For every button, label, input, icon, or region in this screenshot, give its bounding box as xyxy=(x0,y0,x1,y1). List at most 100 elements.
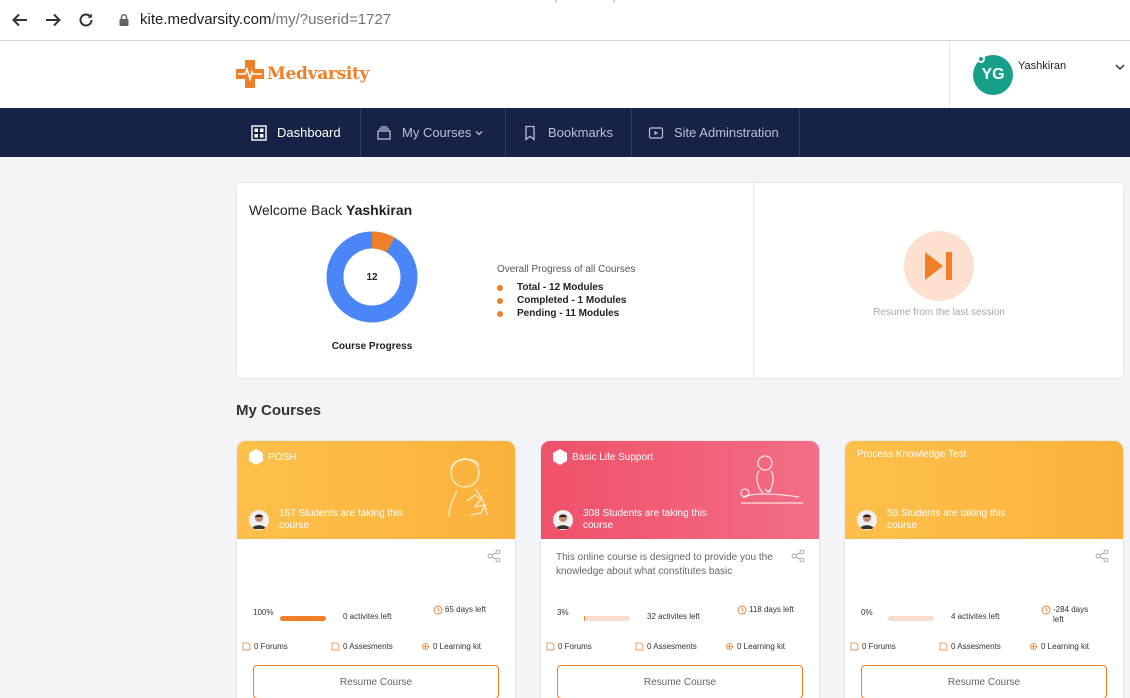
main-navigation: Dashboard My Courses Bookmarks Site Admi… xyxy=(0,108,1130,157)
card-divider xyxy=(753,183,754,378)
url-host: kite.medvarsity.com xyxy=(140,11,272,28)
resume-course-button[interactable]: Resume Course xyxy=(253,665,499,698)
course-description: This online course is designed to provid… xyxy=(556,552,773,577)
students-text: 56 Students are taking this course xyxy=(887,508,1006,531)
learning-kit-count[interactable]: 0 Learning kit xyxy=(421,642,481,651)
resume-course-button[interactable]: Resume Course xyxy=(861,665,1107,698)
forum-icon xyxy=(546,642,555,651)
assessment-icon xyxy=(635,642,644,651)
legend-dot xyxy=(497,310,503,317)
learning-kit-icon xyxy=(726,643,733,650)
back-button[interactable] xyxy=(9,9,31,31)
learning-kit-count[interactable]: 0 Learning kit xyxy=(725,642,785,651)
arrow-right-icon xyxy=(46,13,61,27)
course-title-tag: Basic Life Support xyxy=(553,449,653,465)
forums-text: 0 Forums xyxy=(254,642,288,651)
activities-left: 4 activites left xyxy=(951,612,1000,621)
days-left-text: 118 days left xyxy=(749,605,794,614)
medvarsity-logo[interactable]: Medvarsity xyxy=(234,58,369,90)
nav-item-my-courses[interactable]: My Courses xyxy=(361,108,506,157)
forward-button[interactable] xyxy=(42,9,64,31)
arrow-left-icon xyxy=(12,13,27,27)
hexagon-icon xyxy=(249,449,263,465)
progress-fill xyxy=(584,616,586,621)
user-name[interactable]: Yashkiran xyxy=(1018,60,1066,72)
clock-icon xyxy=(1041,605,1051,615)
resume-course-button[interactable]: Resume Course xyxy=(557,665,803,698)
share-icon[interactable] xyxy=(791,549,805,563)
forums-text: 0 Forums xyxy=(558,642,592,651)
student-avatar-icon xyxy=(857,510,877,530)
legend-pending-text: Pending - 11 Modules xyxy=(517,308,620,319)
assessments-count[interactable]: 0 Assesments xyxy=(939,642,1001,651)
legend-dot xyxy=(497,284,503,291)
days-left-text: -284 days left xyxy=(1053,605,1089,624)
welcome-user-name: Yashkiran xyxy=(346,202,413,218)
welcome-heading: Welcome Back Yashkiran xyxy=(249,202,412,218)
students-text: 308 Students are taking this course xyxy=(583,508,707,531)
forum-icon xyxy=(850,642,859,651)
nav-item-bookmarks[interactable]: Bookmarks xyxy=(506,108,632,157)
days-left: -284 days left xyxy=(1041,605,1093,625)
forums-count[interactable]: 0 Forums xyxy=(242,642,288,651)
nav-label-bookmarks: Bookmarks xyxy=(548,125,614,140)
nav-item-dashboard[interactable]: Dashboard xyxy=(236,108,361,157)
resume-session-label: Resume from the last session xyxy=(873,307,1005,318)
progress-percent: 3% xyxy=(557,608,569,617)
course-card-posh[interactable]: POSH 167 Students are taking this course… xyxy=(236,440,516,698)
courses-stack-icon xyxy=(376,125,392,141)
share-icon[interactable] xyxy=(1095,549,1109,563)
legend-completed: Completed - 1 Modules xyxy=(497,295,626,306)
dashboard-grid-icon xyxy=(251,124,267,141)
course-banner: Basic Life Support 308 Students are taki… xyxy=(541,441,819,539)
course-card-basic-life-support[interactable]: Basic Life Support 308 Students are taki… xyxy=(540,440,820,698)
lock-icon xyxy=(119,14,129,26)
assessment-icon xyxy=(331,642,340,651)
progress-bar xyxy=(584,616,630,621)
assessments-count[interactable]: 0 Assesments xyxy=(331,642,393,651)
progress-bar xyxy=(888,616,934,621)
course-title-tag: Process Knowledge Test xyxy=(857,449,966,460)
address-bar[interactable]: kite.medvarsity.com/my/?userid=1727 xyxy=(140,11,391,28)
tab-strip-edge xyxy=(555,0,1130,3)
browser-toolbar: kite.medvarsity.com/my/?userid=1727 xyxy=(0,0,1130,41)
reload-button[interactable] xyxy=(75,9,97,31)
assessments-text: 0 Assesments xyxy=(343,642,393,651)
forums-count[interactable]: 0 Forums xyxy=(850,642,896,651)
forum-icon xyxy=(242,642,251,651)
learning-kit-text: 0 Learning kit xyxy=(1041,642,1090,651)
forums-count[interactable]: 0 Forums xyxy=(546,642,592,651)
course-card-process-knowledge-test[interactable]: Process Knowledge Test 56 Students are t… xyxy=(844,440,1124,698)
donut-label: Course Progress xyxy=(331,341,413,352)
harassment-illustration-icon xyxy=(448,458,488,518)
share-icon[interactable] xyxy=(487,549,501,563)
course-title-tag: POSH xyxy=(249,449,296,465)
students-count: 56 Students are taking this course xyxy=(857,508,1037,532)
learning-kit-count[interactable]: 0 Learning kit xyxy=(1029,642,1089,651)
clock-icon xyxy=(737,605,747,615)
course-banner: Process Knowledge Test 56 Students are t… xyxy=(845,441,1123,539)
days-left: 65 days left xyxy=(433,605,501,615)
progress-percent: 0% xyxy=(861,608,873,617)
forums-text: 0 Forums xyxy=(862,642,896,651)
progress-fill xyxy=(280,616,326,621)
chevron-down-icon[interactable] xyxy=(1114,61,1126,73)
video-icon xyxy=(648,125,664,141)
assessments-text: 0 Assesments xyxy=(951,642,1001,651)
course-title: Basic Life Support xyxy=(572,451,654,463)
nav-item-site-administration[interactable]: Site Adminstration xyxy=(632,108,800,157)
legend-dot xyxy=(497,297,503,304)
donut-center-value: 12 xyxy=(366,271,378,283)
course-banner: POSH 167 Students are taking this course xyxy=(237,441,515,539)
progress-heading: Overall Progress of all Courses xyxy=(497,264,636,275)
students-text: 167 Students are taking this course xyxy=(279,508,403,531)
learning-kit-text: 0 Learning kit xyxy=(737,642,786,651)
logo-text: Medvarsity xyxy=(267,64,370,84)
students-count: 167 Students are taking this course xyxy=(249,508,429,532)
resume-session-button[interactable] xyxy=(904,231,974,301)
students-count: 308 Students are taking this course xyxy=(553,508,733,532)
online-status-dot xyxy=(977,55,985,63)
learning-kit-text: 0 Learning kit xyxy=(433,642,482,651)
progress-bar xyxy=(280,616,326,621)
assessments-count[interactable]: 0 Assesments xyxy=(635,642,697,651)
